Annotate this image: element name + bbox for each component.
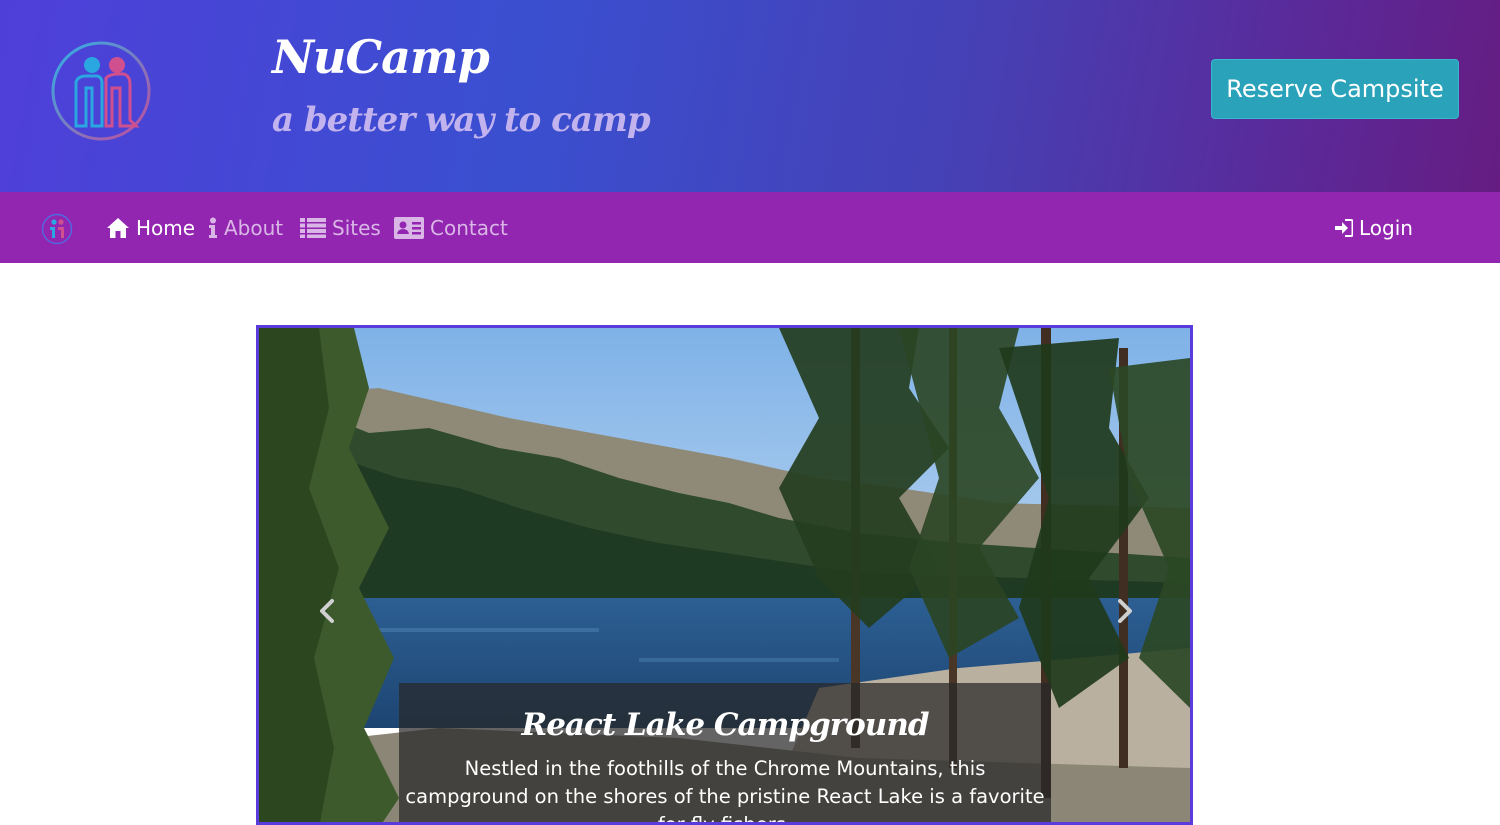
campsite-carousel: React Lake Campground Nestled in the foo… <box>256 325 1193 825</box>
navbar-logo[interactable] <box>41 213 73 245</box>
nucamp-logo <box>51 41 151 141</box>
nav-item-home[interactable]: Home <box>106 214 195 242</box>
sign-in-icon <box>1335 219 1353 237</box>
nav-item-label: Home <box>136 216 196 240</box>
brand-title: NuCamp <box>272 30 490 84</box>
nav-item-label: Sites <box>332 216 381 240</box>
login-label: Login <box>1359 216 1413 240</box>
nav-item-about[interactable]: About <box>208 214 283 242</box>
login-button[interactable]: Login <box>1335 214 1413 242</box>
nav-item-sites[interactable]: Sites <box>300 214 381 242</box>
jumbotron-header: NuCamp a better way to camp Reserve Camp… <box>0 0 1500 192</box>
carousel-next-icon[interactable] <box>1109 596 1139 626</box>
address-card-icon <box>394 217 424 239</box>
list-icon <box>300 218 326 238</box>
nav-item-label: About <box>224 216 284 240</box>
nav-item-contact[interactable]: Contact <box>394 214 508 242</box>
slide-description: Nestled in the foothills of the Chrome M… <box>405 757 1045 825</box>
main-navbar: Home About Sites Contact Login <box>0 192 1500 263</box>
info-icon <box>209 217 217 238</box>
carousel-prev-icon[interactable] <box>313 596 343 626</box>
nav-item-label: Contact <box>430 216 508 240</box>
brand-subtitle: a better way to camp <box>272 100 651 140</box>
carousel-caption: React Lake Campground Nestled in the foo… <box>399 683 1051 825</box>
slide-title: React Lake Campground <box>521 707 929 743</box>
home-icon <box>107 218 129 238</box>
reserve-campsite-button[interactable]: Reserve Campsite <box>1211 59 1459 119</box>
